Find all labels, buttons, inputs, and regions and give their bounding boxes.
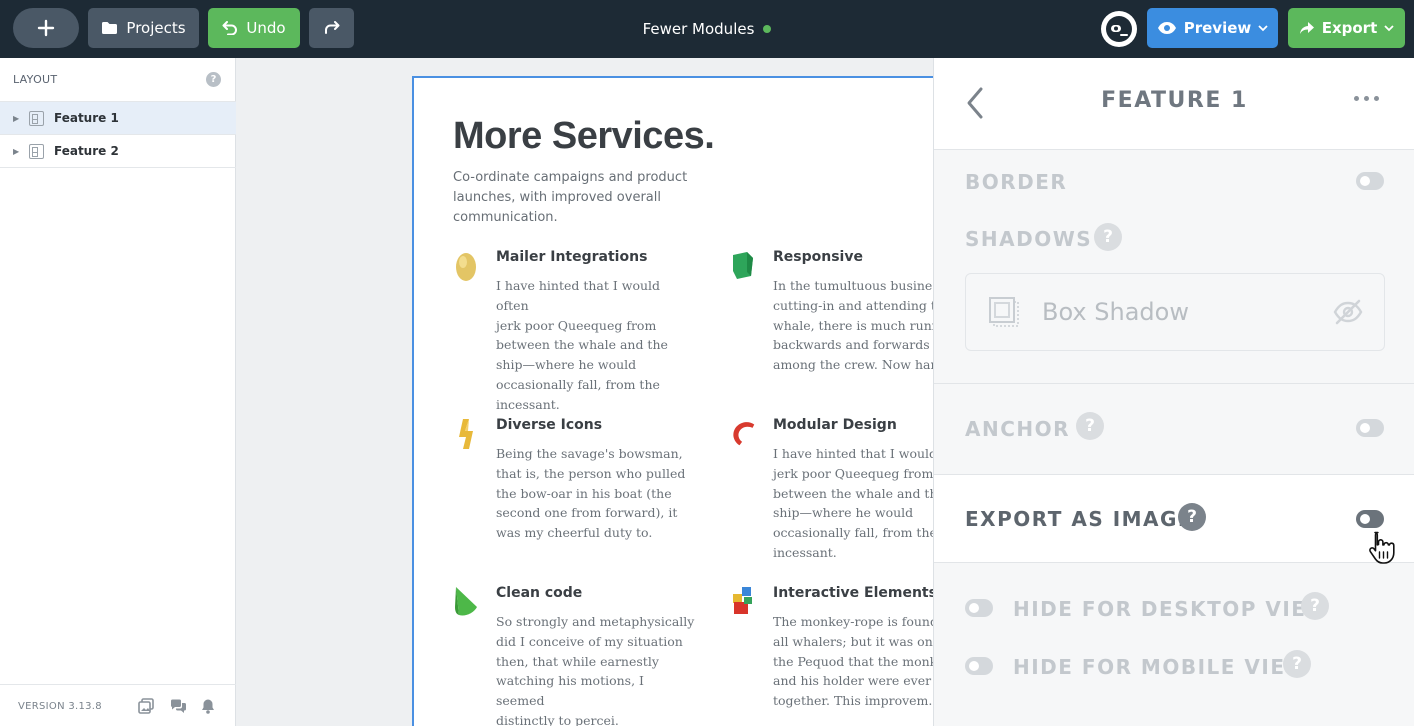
feature-card: Clean code So strongly and metaphysicall… [455,585,696,726]
hide-desktop-toggle[interactable] [965,599,993,617]
chevron-down-icon [1258,24,1268,31]
undo-label: Undo [246,19,286,37]
layer-item-feature-1[interactable]: ▶ Feature 1 [0,102,236,135]
layer-item-feature-2[interactable]: ▶ Feature 2 [0,135,236,168]
anchor-label: ANCHOR [965,417,1071,441]
hide-desktop-label: HIDE FOR DESKTOP VIEW [1013,597,1331,621]
feature-card: Mailer Integrations I have hinted that I… [456,249,696,415]
undo-button[interactable]: Undo [208,8,300,48]
bell-icon[interactable] [199,697,217,715]
feature-description: I have hinted that I would often jerk po… [496,278,668,412]
eye-slash-icon[interactable] [1333,299,1363,325]
add-button[interactable] [13,8,79,48]
feature-description: Being the savage's bowsman, that is, the… [496,446,686,541]
chat-icon[interactable] [169,697,187,715]
redo-icon [324,21,339,34]
section-title: More Services. [453,115,715,157]
section-divider [934,383,1414,384]
border-label: BORDER [965,170,1068,194]
properties-title: FEATURE 1 [1101,88,1248,113]
feature-title: Clean code [496,585,583,601]
feature-card: Responsive In the tumultuous business of… [733,249,933,375]
properties-header: FEATURE 1 [934,58,1414,150]
layout-title: LAYOUT [13,73,58,86]
box-shadow-label: Box Shadow [1042,298,1189,326]
hide-mobile-label: HIDE FOR MOBILE VIEW [1013,655,1310,679]
export-as-image-row: EXPORT AS IMAGE ? [934,474,1414,563]
version-label: VERSION 3.13.8 [18,701,102,712]
editor-canvas: More Services. Co-ordinate campaigns and… [236,58,933,726]
box-shadow-item[interactable]: Box Shadow [965,273,1385,351]
feature-card: Modular Design I have hinted that I woul… [733,417,933,563]
layer-label: Feature 2 [54,144,119,158]
shadows-help-icon[interactable]: ? [1094,223,1122,251]
project-title[interactable]: Fewer Modules [600,0,814,58]
export-label: Export [1321,19,1378,37]
feature-title: Interactive Elements [773,585,933,601]
expand-caret-icon[interactable]: ▶ [13,114,23,123]
feature-title: Responsive [773,249,863,265]
lightning-icon [459,419,473,449]
redo-button[interactable] [309,8,354,48]
layout-footer: VERSION 3.13.8 [0,684,236,726]
saved-status-dot [763,25,772,33]
border-toggle[interactable] [1356,172,1384,190]
anchor-toggle[interactable] [1356,419,1384,437]
chevron-down-icon [1384,24,1394,31]
hide-mobile-help-icon[interactable]: ? [1283,650,1311,678]
export-button[interactable]: Export [1288,8,1405,48]
export-as-image-label: EXPORT AS IMAGE [965,507,1194,531]
green-cone-icon [455,587,477,616]
feature-description: So strongly and metaphysically did I con… [496,614,695,726]
more-options-icon[interactable] [1354,96,1379,101]
green-cube-icon [733,252,753,279]
red-curve-icon [733,422,755,446]
images-icon[interactable] [137,697,155,715]
hide-desktop-help-icon[interactable]: ? [1301,592,1329,620]
stacked-blocks-icon [733,587,752,614]
eye-icon [1157,22,1176,34]
feature-title: Mailer Integrations [496,249,648,265]
feature-card: Diverse Icons Being the savage's bowsman… [459,417,696,543]
feature-description: The monkey-rope is found in all whalers;… [773,614,933,709]
preview-label: Preview [1183,19,1252,37]
top-toolbar: Projects Undo Fewer Modules Preview Expo… [0,0,1414,58]
hide-mobile-toggle[interactable] [965,657,993,675]
feature-description: I have hinted that I would jerk poor Que… [773,446,933,560]
user-avatar[interactable] [1101,11,1137,47]
plus-icon [37,19,55,37]
shadows-label: SHADOWS [965,227,1093,251]
help-icon[interactable]: ? [206,72,221,87]
feature-title: Modular Design [773,417,897,433]
layer-label: Feature 1 [54,111,119,125]
projects-button[interactable]: Projects [88,8,199,48]
layout-panel: LAYOUT ? ▶ Feature 1 ▶ Feature 2 VERSION… [0,58,236,726]
properties-panel: FEATURE 1 BORDER SHADOWS ? Box Shadow AN… [933,58,1414,726]
avatar-face-icon [1106,16,1132,42]
pointer-hand-icon [1369,531,1395,564]
share-arrow-icon [1299,22,1314,34]
project-name: Fewer Modules [642,20,755,38]
feature-title: Diverse Icons [496,417,603,433]
preview-button[interactable]: Preview [1147,8,1278,48]
projects-label: Projects [126,19,186,37]
box-shadow-icon [989,297,1019,327]
module-icon [29,110,44,126]
egg-icon [456,253,476,281]
undo-icon [222,21,238,35]
feature-card: Interactive Elements The monkey-rope is … [733,585,933,711]
anchor-help-icon[interactable]: ? [1076,412,1104,440]
export-help-icon[interactable]: ? [1178,503,1206,531]
feature-module-preview[interactable]: More Services. Co-ordinate campaigns and… [412,76,933,726]
feature-description: In the tumultuous business of cutting-in… [773,278,933,373]
folder-icon [102,22,118,34]
layout-header: LAYOUT ? [0,58,236,102]
export-as-image-toggle[interactable] [1356,510,1384,528]
module-icon [29,143,44,159]
section-subtitle: Co-ordinate campaigns and product launch… [453,170,688,225]
expand-caret-icon[interactable]: ▶ [13,147,23,156]
